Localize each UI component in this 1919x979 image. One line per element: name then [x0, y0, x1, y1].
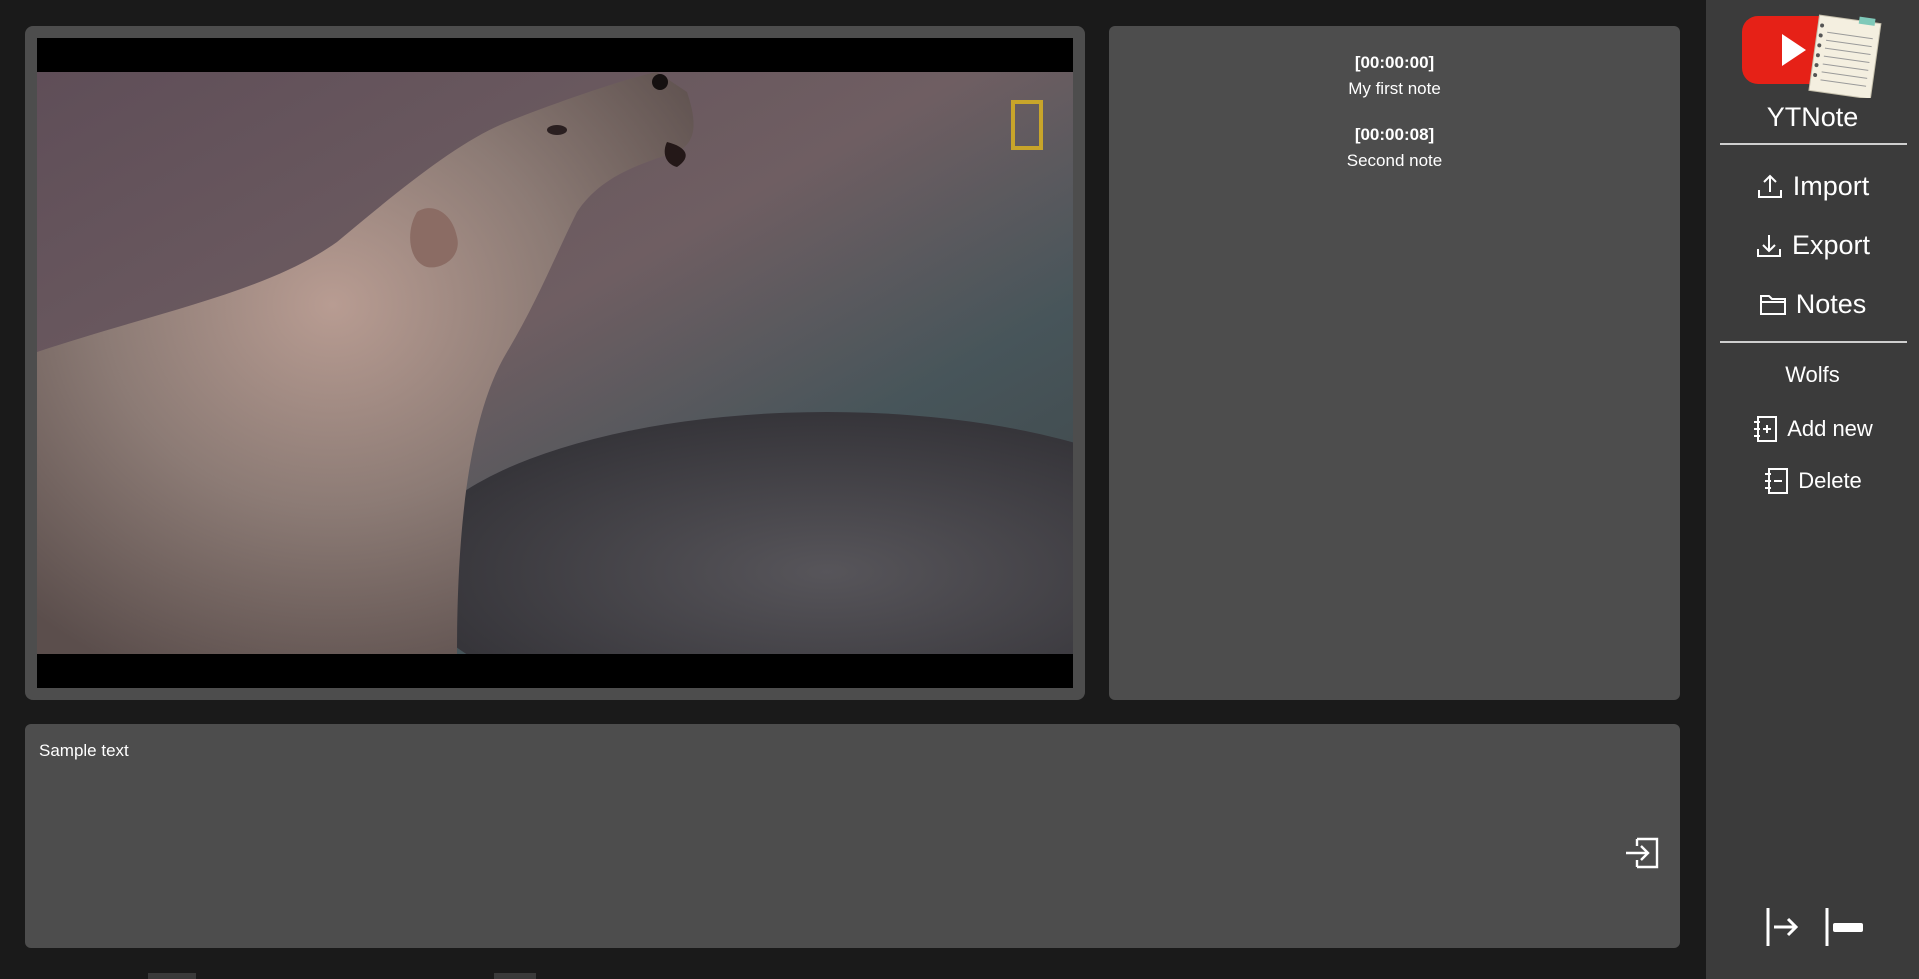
scroll-thumb[interactable] — [148, 973, 196, 979]
note-text: My first note — [1348, 79, 1441, 98]
notebook-plus-icon — [1754, 416, 1778, 442]
delete-collection-button[interactable]: Delete — [1706, 463, 1919, 499]
folder-icon — [1759, 295, 1786, 315]
note-text: Second note — [1346, 151, 1443, 170]
ytnote-logo — [1742, 14, 1882, 98]
import-button[interactable]: Import — [1706, 164, 1919, 208]
note-timestamp[interactable]: [00:00:00] — [1109, 52, 1680, 74]
note-item[interactable]: [00:00:08] Second note — [1109, 124, 1680, 172]
video-player[interactable] — [37, 38, 1073, 688]
app-title: YTNote — [1766, 102, 1859, 132]
upload-icon — [1757, 174, 1782, 198]
video-frame-wolf — [37, 72, 1073, 654]
export-button[interactable]: Export — [1706, 223, 1919, 267]
submit-note-button[interactable] — [1623, 836, 1661, 870]
bar-minus-icon[interactable] — [1823, 906, 1865, 948]
note-editor[interactable]: Sample text — [25, 724, 1680, 948]
sidebar: YTNote Import Export Notes Wolfs Add new — [1706, 0, 1919, 979]
delete-label: Delete — [1798, 468, 1862, 493]
note-input[interactable]: Sample text — [39, 741, 129, 761]
divider — [1720, 341, 1907, 343]
add-new-label: Add new — [1787, 416, 1873, 441]
import-label: Import — [1792, 170, 1870, 201]
note-item[interactable]: [00:00:00] My first note — [1109, 52, 1680, 100]
notes-list: [00:00:00] My first note [00:00:08] Seco… — [1109, 26, 1680, 700]
add-new-collection-button[interactable]: Add new — [1706, 411, 1919, 447]
arrow-right-bar-icon[interactable] — [1764, 906, 1800, 948]
notes-button[interactable]: Notes — [1706, 282, 1919, 326]
current-collection-name: Wolfs — [1785, 362, 1840, 387]
divider — [1720, 143, 1907, 145]
notebook-minus-icon — [1765, 468, 1789, 494]
scroll-thumb[interactable] — [494, 973, 536, 979]
download-icon — [1756, 235, 1781, 257]
export-label: Export — [1791, 229, 1871, 260]
notes-label: Notes — [1795, 288, 1867, 319]
enter-icon — [1626, 837, 1659, 869]
note-timestamp[interactable]: [00:00:08] — [1109, 124, 1680, 146]
video-player-frame — [25, 26, 1085, 700]
